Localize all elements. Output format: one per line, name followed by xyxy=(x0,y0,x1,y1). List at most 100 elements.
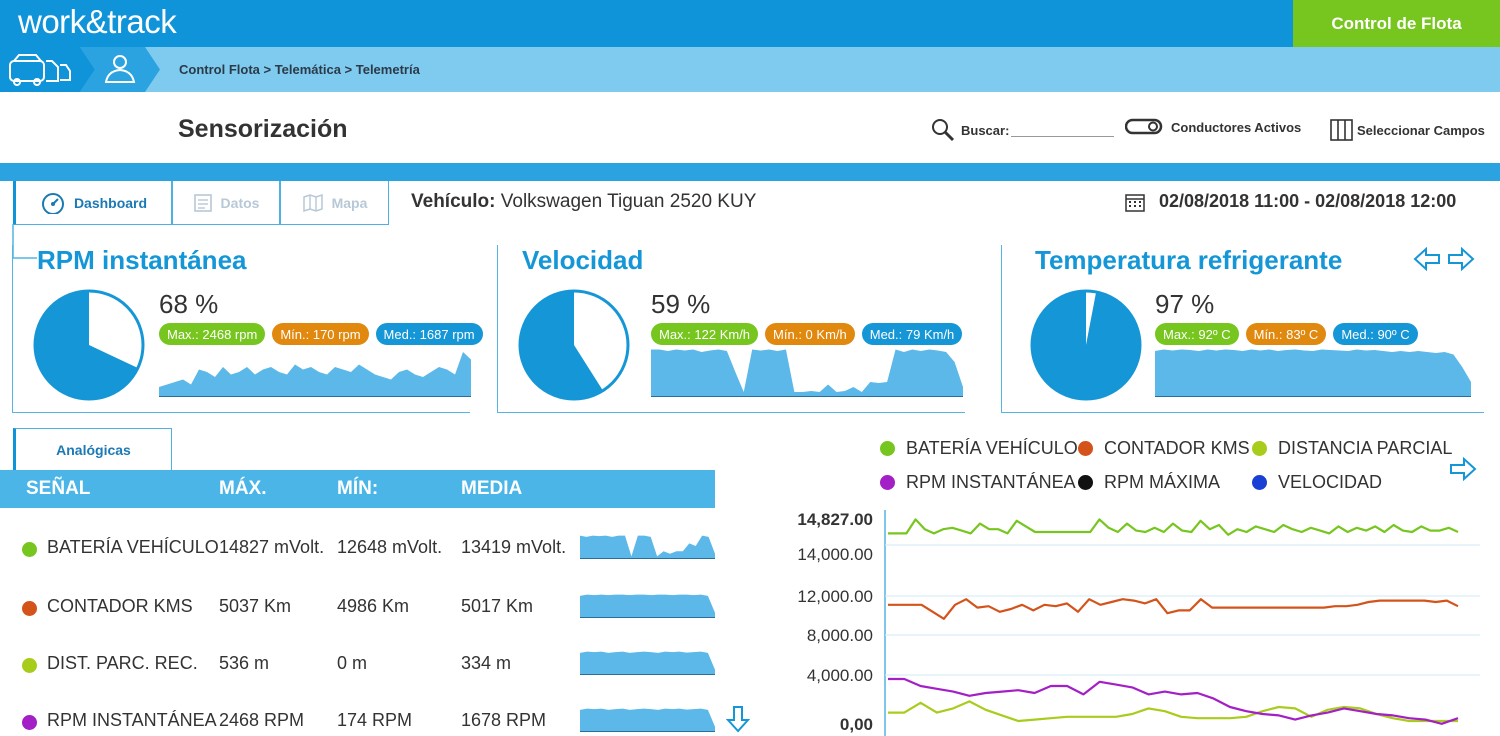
select-fields-label: Seleccionar Campos xyxy=(1357,122,1485,138)
signal-name: BATERÍA VEHÍCULO xyxy=(47,537,219,557)
telemetry-line-chart[interactable] xyxy=(884,510,1480,736)
signal-name: CONTADOR KMS xyxy=(47,596,193,616)
tab-dashboard-label: Dashboard xyxy=(73,194,148,211)
signal-sparkline xyxy=(580,594,715,618)
gauge-pie xyxy=(518,289,630,401)
legend-item[interactable]: RPM MÁXIMA xyxy=(1078,472,1220,493)
tab-dashboard[interactable]: Dashboard xyxy=(13,181,172,225)
column-header-min[interactable]: MÍN: xyxy=(337,478,378,500)
max-badge: Max.: 2468 rpm xyxy=(159,323,266,345)
column-header-max[interactable]: MÁX. xyxy=(219,478,267,500)
legend-label: CONTADOR KMS xyxy=(1104,438,1250,458)
y-tick-label: 12,000.00 xyxy=(797,587,873,606)
gauge-percent: 68 % xyxy=(159,289,219,319)
max-badge: Max.: 122 Km/h xyxy=(651,323,759,345)
tab-mapa[interactable]: Mapa xyxy=(280,181,389,225)
gauge-title: RPM instantánea xyxy=(37,245,247,275)
signal-sparkline xyxy=(580,651,715,675)
drivers-toggle-label: Conductores Activos xyxy=(1171,119,1302,135)
legend-dot xyxy=(1078,441,1093,456)
legend-dot xyxy=(1252,441,1267,456)
y-tick-label: 14,000.00 xyxy=(797,545,873,564)
legend-label: DISTANCIA PARCIAL xyxy=(1278,438,1453,458)
tab-mapa-label: Mapa xyxy=(331,194,368,211)
calendar-icon[interactable] xyxy=(1125,192,1145,212)
scroll-down-icon[interactable] xyxy=(726,705,750,733)
column-header-signal[interactable]: SEÑAL xyxy=(26,478,90,500)
signal-sparkline xyxy=(580,708,715,732)
min-badge: Mín.: 83º C xyxy=(1245,323,1327,345)
column-header-media[interactable]: MEDIA xyxy=(461,478,522,500)
vehicle-label: Vehículo: xyxy=(411,191,496,212)
series-line[interactable] xyxy=(888,700,1458,723)
date-range-value: 02/08/2018 11:00 - 02/08/2018 12:00 xyxy=(1159,191,1457,211)
document-icon xyxy=(193,193,212,212)
arrow-right-icon[interactable] xyxy=(1449,456,1477,482)
gauge-sparkline xyxy=(159,352,471,397)
gauge-panel-speed: Velocidad 59 % Max.: 122 Km/h Mín.: 0 Km… xyxy=(497,245,965,413)
vehicle-name: Volkswagen Tiguan 2520 KUY xyxy=(500,191,757,212)
arrow-right-icon[interactable] xyxy=(1447,246,1475,272)
sparkline-area xyxy=(1155,349,1471,397)
legend-label: RPM MÁXIMA xyxy=(1104,472,1221,492)
gauge-pie xyxy=(1030,289,1142,401)
table-row[interactable]: RPM INSTANTÁNEA 2468 RPM 174 RPM 1678 RP… xyxy=(0,700,760,736)
signal-min: 0 m xyxy=(337,653,368,673)
med-badge: Med.: 1687 rpm xyxy=(375,323,483,345)
search-box[interactable]: Buscar: xyxy=(931,118,1115,142)
drivers-toggle[interactable]: Conductores Activos xyxy=(1125,118,1301,136)
max-badge: Max.: 92º C xyxy=(1155,323,1239,345)
signal-max: 14827 mVolt. xyxy=(219,537,325,557)
med-badge: Med.: 79 Km/h xyxy=(861,323,963,345)
arrow-left-icon[interactable] xyxy=(1413,246,1441,272)
tab-analogicas[interactable]: Analógicas xyxy=(13,428,172,471)
gauge-badges: Max.: 122 Km/h Mín.: 0 Km/h Med.: 79 Km/… xyxy=(651,323,963,345)
series-line[interactable] xyxy=(888,677,1459,725)
fleet-control-button[interactable]: Control de Flota xyxy=(1293,0,1500,47)
breadcrumb[interactable]: Control Flota > Telemática > Telemetría xyxy=(179,62,420,77)
top-bar: work&track Control de Flota xyxy=(0,0,1500,47)
pie-slice xyxy=(1032,291,1140,399)
min-badge: Mín.: 0 Km/h xyxy=(765,323,855,345)
gauge-title: Velocidad xyxy=(522,245,644,275)
date-range-picker[interactable]: 02/08/2018 11:00 - 02/08/2018 12:00 xyxy=(1125,191,1456,212)
legend-dot xyxy=(1078,475,1093,490)
legend-dot xyxy=(1252,475,1267,490)
tab-datos[interactable]: Datos xyxy=(172,181,280,225)
gauge-title: Temperatura refrigerante xyxy=(1035,245,1343,275)
signal-color-dot xyxy=(22,601,37,616)
gauge-sparkline xyxy=(651,349,963,397)
table-row[interactable]: CONTADOR KMS 5037 Km 4986 Km 5017 Km xyxy=(0,586,760,626)
legend-item[interactable]: CONTADOR KMS xyxy=(1078,438,1250,459)
table-row[interactable]: BATERÍA VEHÍCULO 14827 mVolt. 12648 mVol… xyxy=(0,527,760,567)
legend-item[interactable]: VELOCIDAD xyxy=(1252,472,1382,493)
table-row[interactable]: DIST. PARC. REC. 536 m 0 m 334 m xyxy=(0,643,760,683)
sparkline-area xyxy=(651,349,963,397)
min-badge: Mín.: 170 rpm xyxy=(272,323,369,345)
search-label: Buscar: xyxy=(961,122,1010,138)
search-icon xyxy=(932,119,955,142)
med-badge: Med.: 90º C xyxy=(1333,323,1418,345)
sparkline-area xyxy=(580,535,715,559)
gauge-panel-rpm: RPM instantánea 68 % Max.: 2468 rpm Mín.… xyxy=(12,245,483,413)
gauge-pie xyxy=(33,289,145,401)
series-line[interactable] xyxy=(888,518,1459,536)
select-fields-button[interactable]: Seleccionar Campos xyxy=(1330,118,1485,142)
map-icon xyxy=(302,193,323,212)
search-input[interactable] xyxy=(1011,123,1115,137)
signal-media: 334 m xyxy=(461,653,512,673)
vehicle-info: Vehículo: Volkswagen Tiguan 2520 KUY xyxy=(411,191,756,213)
series-line[interactable] xyxy=(888,598,1459,620)
legend-item[interactable]: RPM INSTANTÁNEA xyxy=(880,472,1076,493)
app-logo[interactable]: work&track xyxy=(18,3,177,41)
gauge-sparkline xyxy=(1155,349,1471,397)
signal-max: 5037 Km xyxy=(219,596,292,616)
gauge-icon xyxy=(41,192,64,214)
gauge-badges: Max.: 92º C Mín.: 83º C Med.: 90º C xyxy=(1155,323,1418,345)
legend-item[interactable]: BATERÍA VEHÍCULO xyxy=(880,438,1078,459)
legend-item[interactable]: DISTANCIA PARCIAL xyxy=(1252,438,1452,459)
sparkline-area xyxy=(580,651,715,675)
legend-dot xyxy=(880,441,895,456)
toggle-icon[interactable] xyxy=(1125,118,1163,136)
signal-media: 5017 Km xyxy=(461,596,534,616)
